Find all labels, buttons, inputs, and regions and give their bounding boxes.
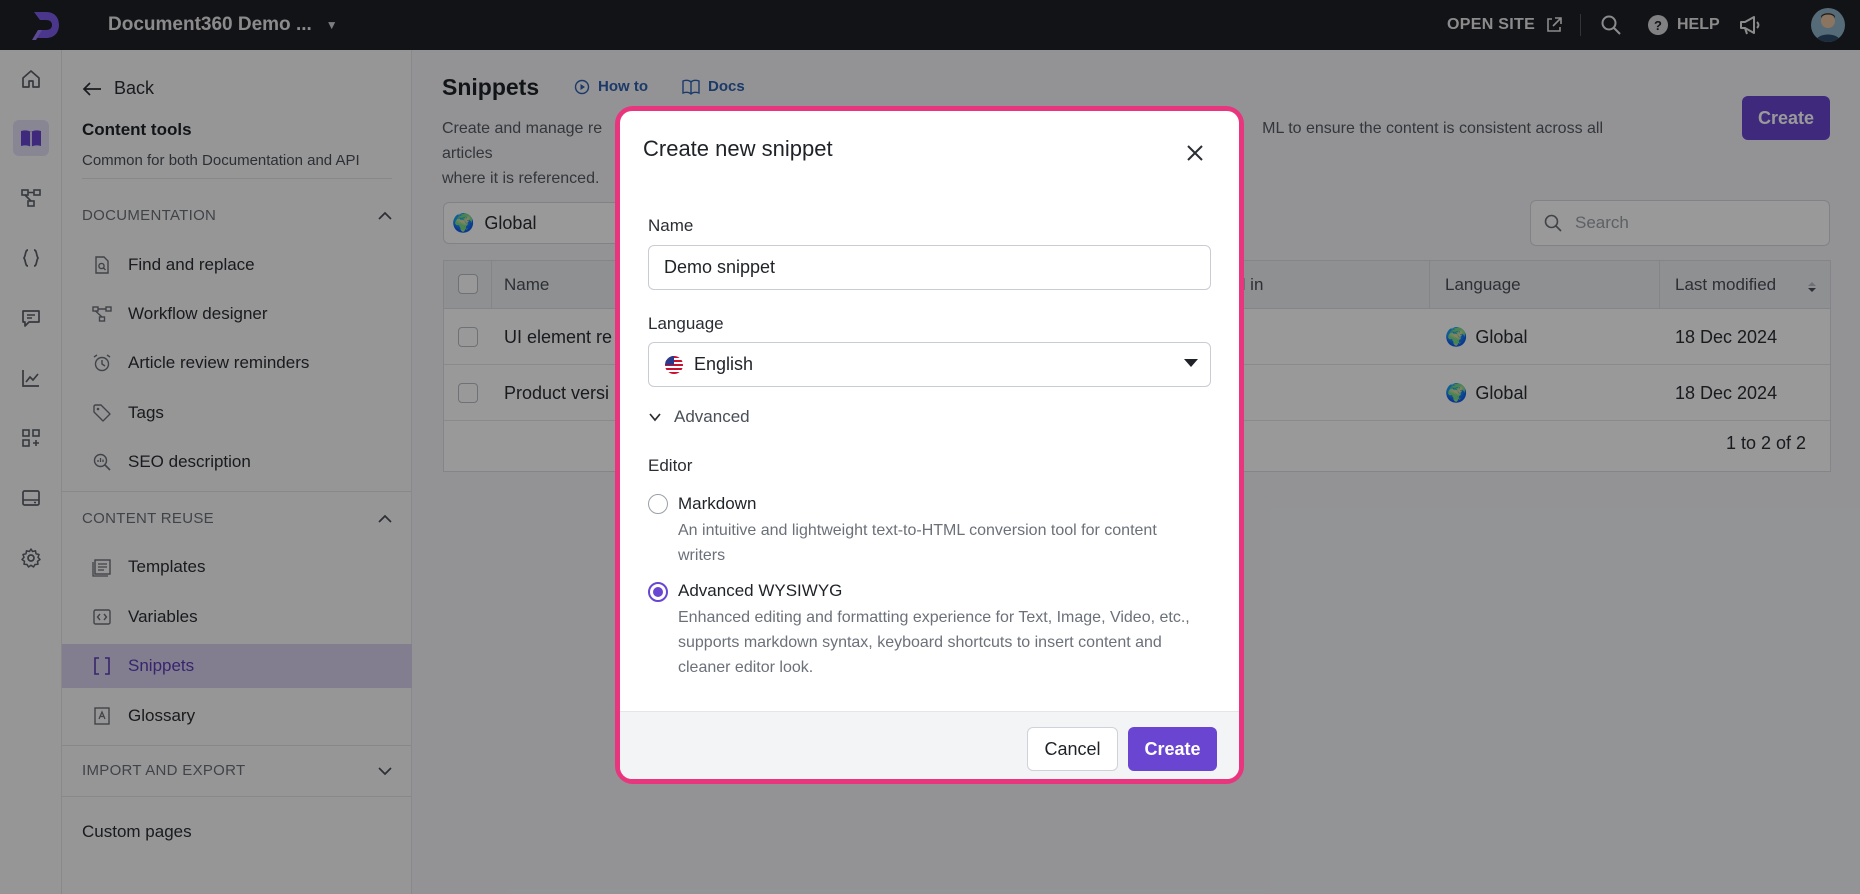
wysiwyg-option-title[interactable]: Advanced WYSIWYG [678,581,842,601]
dialog-title: Create new snippet [643,136,833,161]
advanced-toggle[interactable]: Advanced [648,407,750,427]
chevron-down-icon [649,413,661,422]
create-button[interactable]: Create [1128,727,1217,771]
language-select[interactable]: English [648,342,1211,387]
wysiwyg-radio[interactable] [648,582,668,602]
language-label: Language [648,314,724,333]
close-icon[interactable] [1183,141,1207,165]
markdown-radio[interactable] [648,494,668,514]
dialog-footer: Cancel Create [620,711,1239,779]
cancel-button[interactable]: Cancel [1027,727,1118,771]
advanced-label: Advanced [674,407,750,426]
dropdown-caret-icon [1184,359,1198,367]
name-label: Name [648,216,694,235]
us-flag-icon [665,355,683,374]
snippet-name-input[interactable] [648,245,1211,290]
language-value: English [694,354,754,374]
markdown-option-desc: An intuitive and lightweight text-to-HTM… [678,522,1157,564]
editor-label: Editor [648,456,693,475]
create-snippet-dialog: Create new snippet Name Language English… [620,111,1239,779]
wysiwyg-option-desc: Enhanced editing and formatting experien… [678,609,1190,676]
markdown-option-title[interactable]: Markdown [678,494,756,514]
